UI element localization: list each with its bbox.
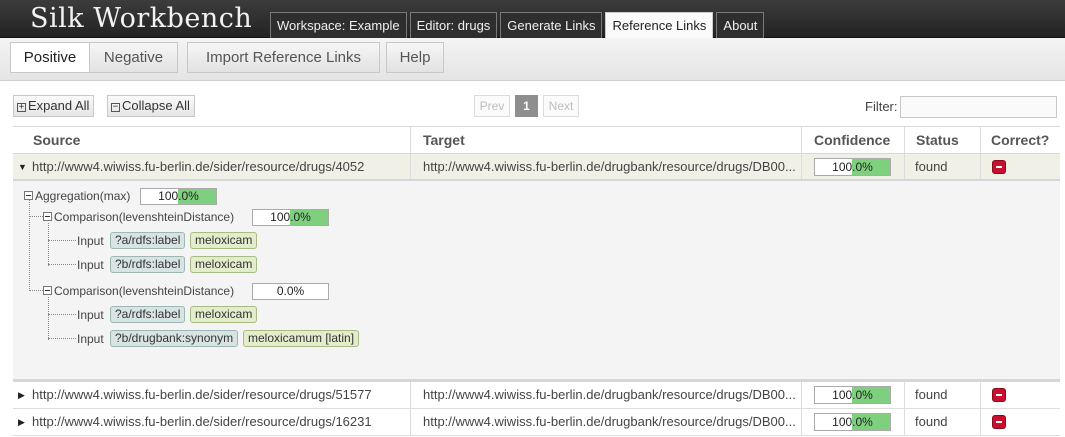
expand-all-button[interactable]: + Expand All xyxy=(13,95,95,117)
collapse-arrow-icon[interactable]: ▼ xyxy=(18,154,27,180)
expand-arrow-icon[interactable]: ▶ xyxy=(18,382,25,408)
remove-icon[interactable] xyxy=(992,160,1006,174)
input-value-tag: meloxicamum [latin] xyxy=(243,330,360,347)
table-row[interactable]: ▶ http://www4.wiwiss.fu-berlin.de/sider/… xyxy=(13,382,1060,409)
confidence-value: 100.0% xyxy=(832,160,873,174)
input-label: Input xyxy=(77,308,104,322)
row-target: http://www4.wiwiss.fu-berlin.de/drugbank… xyxy=(423,387,796,402)
comparison-label: Comparison(levenshteinDistance) xyxy=(54,210,235,224)
header-source: Source xyxy=(33,132,81,148)
expand-all-label: Expand All xyxy=(28,98,90,113)
table-row[interactable]: ▼ http://www4.wiwiss.fu-berlin.de/sider/… xyxy=(13,154,1060,181)
remove-icon[interactable] xyxy=(992,415,1006,429)
tab-workspace[interactable]: Workspace: Example xyxy=(270,12,407,38)
help-button[interactable]: Help xyxy=(386,42,444,73)
tree-collapse-icon[interactable] xyxy=(43,286,52,295)
tree-collapse-icon[interactable] xyxy=(24,191,33,200)
row-source: http://www4.wiwiss.fu-berlin.de/sider/re… xyxy=(32,387,372,402)
remove-icon[interactable] xyxy=(992,388,1006,402)
row-target: http://www4.wiwiss.fu-berlin.de/drugbank… xyxy=(423,159,796,174)
row-status: found xyxy=(915,159,948,174)
row-source: http://www4.wiwiss.fu-berlin.de/sider/re… xyxy=(32,414,372,429)
tab-reference-links[interactable]: Reference Links xyxy=(605,12,714,38)
minus-box-icon: − xyxy=(111,102,120,112)
confidence-value: 100.0% xyxy=(832,388,873,402)
input-path-tag: ?b/drugbank:synonym xyxy=(110,330,239,347)
input-label: Input xyxy=(77,234,104,248)
row-target: http://www4.wiwiss.fu-berlin.de/drugbank… xyxy=(423,414,796,429)
comparison-score-bar: 100.0% xyxy=(252,209,329,226)
current-page[interactable]: 1 xyxy=(515,95,538,117)
filter-label: Filter: xyxy=(865,99,898,114)
confidence-bar: 100.0% xyxy=(814,158,891,176)
input-path-tag: ?a/rdfs:label xyxy=(110,232,186,249)
header-confidence: Confidence xyxy=(814,132,891,148)
aggregation-node[interactable]: Aggregation(max) xyxy=(24,188,130,204)
plus-box-icon: + xyxy=(17,102,26,112)
table-row[interactable]: ▶ http://www4.wiwiss.fu-berlin.de/sider/… xyxy=(13,409,1060,436)
app-header: Silk Workbench Workspace: Example Editor… xyxy=(0,0,1065,38)
input-value-tag: meloxicam xyxy=(190,232,258,249)
expand-arrow-icon[interactable]: ▶ xyxy=(18,409,25,435)
sub-toolbar: Positive Negative Import Reference Links… xyxy=(0,38,1065,81)
tree-collapse-icon[interactable] xyxy=(43,212,52,221)
link-detail-panel: Aggregation(max) 100.0% Comparison(leven… xyxy=(13,181,1060,382)
prev-page-button[interactable]: Prev xyxy=(474,95,510,117)
header-correct: Correct? xyxy=(991,132,1050,148)
input-value-tag: meloxicam xyxy=(190,256,258,273)
table-header: Source Target Confidence Status Correct? xyxy=(13,126,1060,154)
main-nav: Workspace: Example Editor: drugs Generat… xyxy=(270,12,767,38)
confidence-bar: 100.0% xyxy=(814,386,891,404)
input-value-tag: meloxicam xyxy=(190,306,258,323)
comparison-score: 100.0% xyxy=(270,210,311,224)
input-label: Input xyxy=(77,332,104,346)
aggregation-label: Aggregation(max) xyxy=(35,189,131,203)
comparison-node[interactable]: Comparison(levenshteinDistance) xyxy=(43,283,234,299)
tab-about[interactable]: About xyxy=(716,12,765,38)
header-target: Target xyxy=(423,132,465,148)
confidence-value: 100.0% xyxy=(832,415,873,429)
negative-button[interactable]: Negative xyxy=(89,42,178,73)
filter-input[interactable] xyxy=(900,96,1057,118)
comparison-label: Comparison(levenshteinDistance) xyxy=(54,284,235,298)
tab-editor[interactable]: Editor: drugs xyxy=(409,12,498,38)
row-status: found xyxy=(915,387,948,402)
aggregation-score-bar: 100.0% xyxy=(140,188,217,205)
reference-links-table: Source Target Confidence Status Correct?… xyxy=(13,126,1060,436)
controls-row: + Expand All − Collapse All Prev 1 Next Fi… xyxy=(0,81,1065,126)
input-label: Input xyxy=(77,258,104,272)
tab-generate-links[interactable]: Generate Links xyxy=(500,12,603,38)
next-page-button[interactable]: Next xyxy=(543,95,579,117)
input-path-tag: ?b/rdfs:label xyxy=(110,256,186,273)
positive-button[interactable]: Positive xyxy=(10,42,90,73)
comparison-score-bar: 0.0% xyxy=(252,283,329,300)
confidence-bar: 100.0% xyxy=(814,413,891,431)
comparison-node[interactable]: Comparison(levenshteinDistance) xyxy=(43,209,234,225)
input-path-tag: ?a/rdfs:label xyxy=(110,306,186,323)
aggregation-score: 100.0% xyxy=(158,189,199,203)
row-source: http://www4.wiwiss.fu-berlin.de/sider/re… xyxy=(32,159,365,174)
header-status: Status xyxy=(916,132,959,148)
app-title: Silk Workbench xyxy=(30,3,253,34)
collapse-all-label: Collapse All xyxy=(122,98,190,113)
comparison-score: 0.0% xyxy=(276,284,305,298)
import-reference-links-button[interactable]: Import Reference Links xyxy=(187,42,380,73)
row-status: found xyxy=(915,414,948,429)
collapse-all-button[interactable]: − Collapse All xyxy=(107,95,195,117)
